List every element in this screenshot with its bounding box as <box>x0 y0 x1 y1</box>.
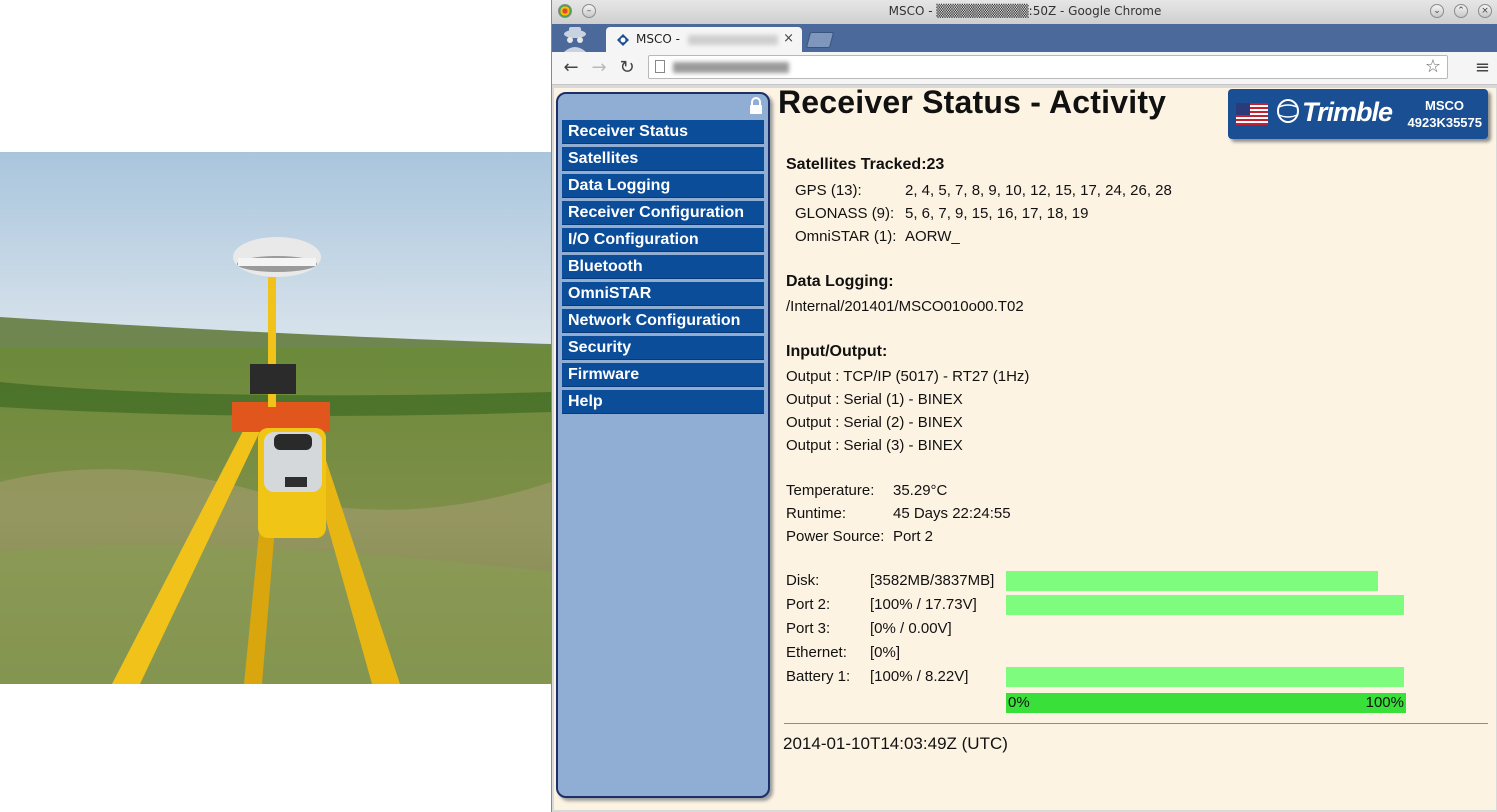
resource-label: Port 3: <box>786 620 831 637</box>
resource-usage-bar <box>1006 595 1404 615</box>
resource-label: Battery 1: <box>786 668 851 685</box>
runtime-value: 45 Days 22:24:55 <box>893 505 1011 522</box>
satellites-heading: Satellites Tracked:23 <box>786 156 945 173</box>
sidebar-item-receiver-status[interactable]: Receiver Status <box>562 120 764 144</box>
sidebar-item-data-logging[interactable]: Data Logging <box>562 174 764 198</box>
forward-arrow-icon[interactable]: → <box>588 57 610 79</box>
window-title: MSCO - ▒▒▒▒▒▒▒▒▒▒:50Z - Google Chrome <box>888 4 1162 18</box>
trimble-brand-text: Trimble <box>1302 97 1393 127</box>
chrome-menu-icon[interactable]: ≡ <box>1475 57 1490 78</box>
resource-label: Disk: <box>786 572 820 589</box>
sidebar-item-omnistar[interactable]: OmniSTAR <box>562 282 764 306</box>
browser-window: – MSCO - ▒▒▒▒▒▒▒▒▒▒:50Z - Google Chrome … <box>551 0 1497 812</box>
address-bar[interactable]: ☆ <box>648 55 1448 79</box>
tab-title-redacted <box>688 35 778 45</box>
tab-msco[interactable]: MSCO - × <box>606 27 802 52</box>
trimble-globe-icon <box>1277 99 1299 123</box>
logging-file: /Internal/201401/MSCO010o00.T02 <box>786 298 1024 315</box>
utc-timestamp: 2014-01-10T14:03:49Z (UTC) <box>783 734 1008 753</box>
glonass-value: 5, 6, 7, 9, 15, 16, 17, 18, 19 <box>905 205 1089 222</box>
receiver-serial: 4923K35575 <box>1407 115 1482 130</box>
sidebar: Receiver Status Satellites Data Logging … <box>556 92 770 798</box>
divider <box>784 723 1488 724</box>
page-title: Receiver Status - Activity <box>778 88 1167 120</box>
window-titlebar: – MSCO - ▒▒▒▒▒▒▒▒▒▒:50Z - Google Chrome … <box>552 0 1497 24</box>
sidebar-nav: Receiver Status Satellites Data Logging … <box>562 120 764 417</box>
lock-icon[interactable] <box>748 97 764 115</box>
resource-usage-bar <box>1006 667 1404 687</box>
bookmark-star-icon[interactable]: ☆ <box>1425 56 1441 77</box>
sidebar-item-security[interactable]: Security <box>562 336 764 360</box>
resource-value: [0%] <box>870 644 901 661</box>
user-avatar-icon[interactable] <box>558 24 592 52</box>
receiver-name: MSCO <box>1425 98 1464 113</box>
scale-min-label: 0% <box>1008 694 1030 711</box>
sidebar-item-receiver-configuration[interactable]: Receiver Configuration <box>562 201 764 225</box>
resource-value: [3582MB/3837MB] <box>870 572 995 589</box>
reload-icon[interactable]: ↻ <box>616 57 638 79</box>
sidebar-item-io-configuration[interactable]: I/O Configuration <box>562 228 764 252</box>
us-flag-icon <box>1236 103 1268 125</box>
tab-strip: MSCO - × <box>552 24 1497 52</box>
main-content: Receiver Status - Activity Trimble MSCO … <box>776 88 1494 810</box>
trimble-logo-banner: Trimble MSCO 4923K35575 <box>1228 89 1488 139</box>
omnistar-value: AORW_ <box>905 228 960 245</box>
io-output-1: Output : TCP/IP (5017) - RT27 (1Hz) <box>786 368 1030 385</box>
io-output-4: Output : Serial (3) - BINEX <box>786 437 963 454</box>
new-tab-button[interactable] <box>805 32 835 48</box>
maximize-button[interactable]: ⌃ <box>1454 4 1468 18</box>
io-output-3: Output : Serial (2) - BINEX <box>786 414 963 431</box>
resource-value: [0% / 0.00V] <box>870 620 952 637</box>
io-output-2: Output : Serial (1) - BINEX <box>786 391 963 408</box>
sidebar-item-help[interactable]: Help <box>562 390 764 414</box>
sidebar-item-network-configuration[interactable]: Network Configuration <box>562 309 764 333</box>
scale-max-label: 100% <box>1365 694 1404 711</box>
resource-label: Ethernet: <box>786 644 847 661</box>
power-source-value: Port 2 <box>893 528 934 545</box>
resource-value: [100% / 17.73V] <box>870 596 977 613</box>
tab-close-icon[interactable]: × <box>783 31 794 46</box>
gps-value: 2, 4, 5, 7, 8, 9, 10, 12, 15, 17, 24, 26… <box>905 182 1172 199</box>
gnss-receiver-photo <box>0 152 551 684</box>
temperature-value: 35.29°C <box>893 482 948 499</box>
back-arrow-icon[interactable]: ← <box>560 57 582 79</box>
omnistar-label: OmniSTAR (1): <box>795 228 897 245</box>
resource-value: [100% / 8.22V] <box>870 668 969 685</box>
trimble-favicon-icon <box>617 34 629 46</box>
sidebar-item-satellites[interactable]: Satellites <box>562 147 764 171</box>
percent-scale: 0% 100% <box>1006 693 1406 713</box>
data-logging-heading: Data Logging: <box>786 273 894 290</box>
sidebar-item-bluetooth[interactable]: Bluetooth <box>562 255 764 279</box>
minimize-button[interactable]: ⌄ <box>1430 4 1444 18</box>
tab-label: MSCO - <box>636 32 680 46</box>
browser-toolbar: ← → ↻ ☆ ≡ <box>552 52 1497 85</box>
temperature-label: Temperature: <box>786 482 875 499</box>
glonass-label: GLONASS (9): <box>795 205 895 222</box>
io-heading: Input/Output: <box>786 343 888 360</box>
page-viewport: Receiver Status Satellites Data Logging … <box>554 88 1496 810</box>
url-redacted <box>673 62 789 73</box>
resource-usage-bar <box>1006 571 1378 591</box>
gps-label: GPS (13): <box>795 182 862 199</box>
tripod-field-image <box>0 152 551 684</box>
close-window-button[interactable]: × <box>1478 4 1492 18</box>
resource-label: Port 2: <box>786 596 831 613</box>
page-icon <box>655 60 665 73</box>
power-source-label: Power Source: <box>786 528 885 545</box>
sidebar-item-firmware[interactable]: Firmware <box>562 363 764 387</box>
runtime-label: Runtime: <box>786 505 847 522</box>
